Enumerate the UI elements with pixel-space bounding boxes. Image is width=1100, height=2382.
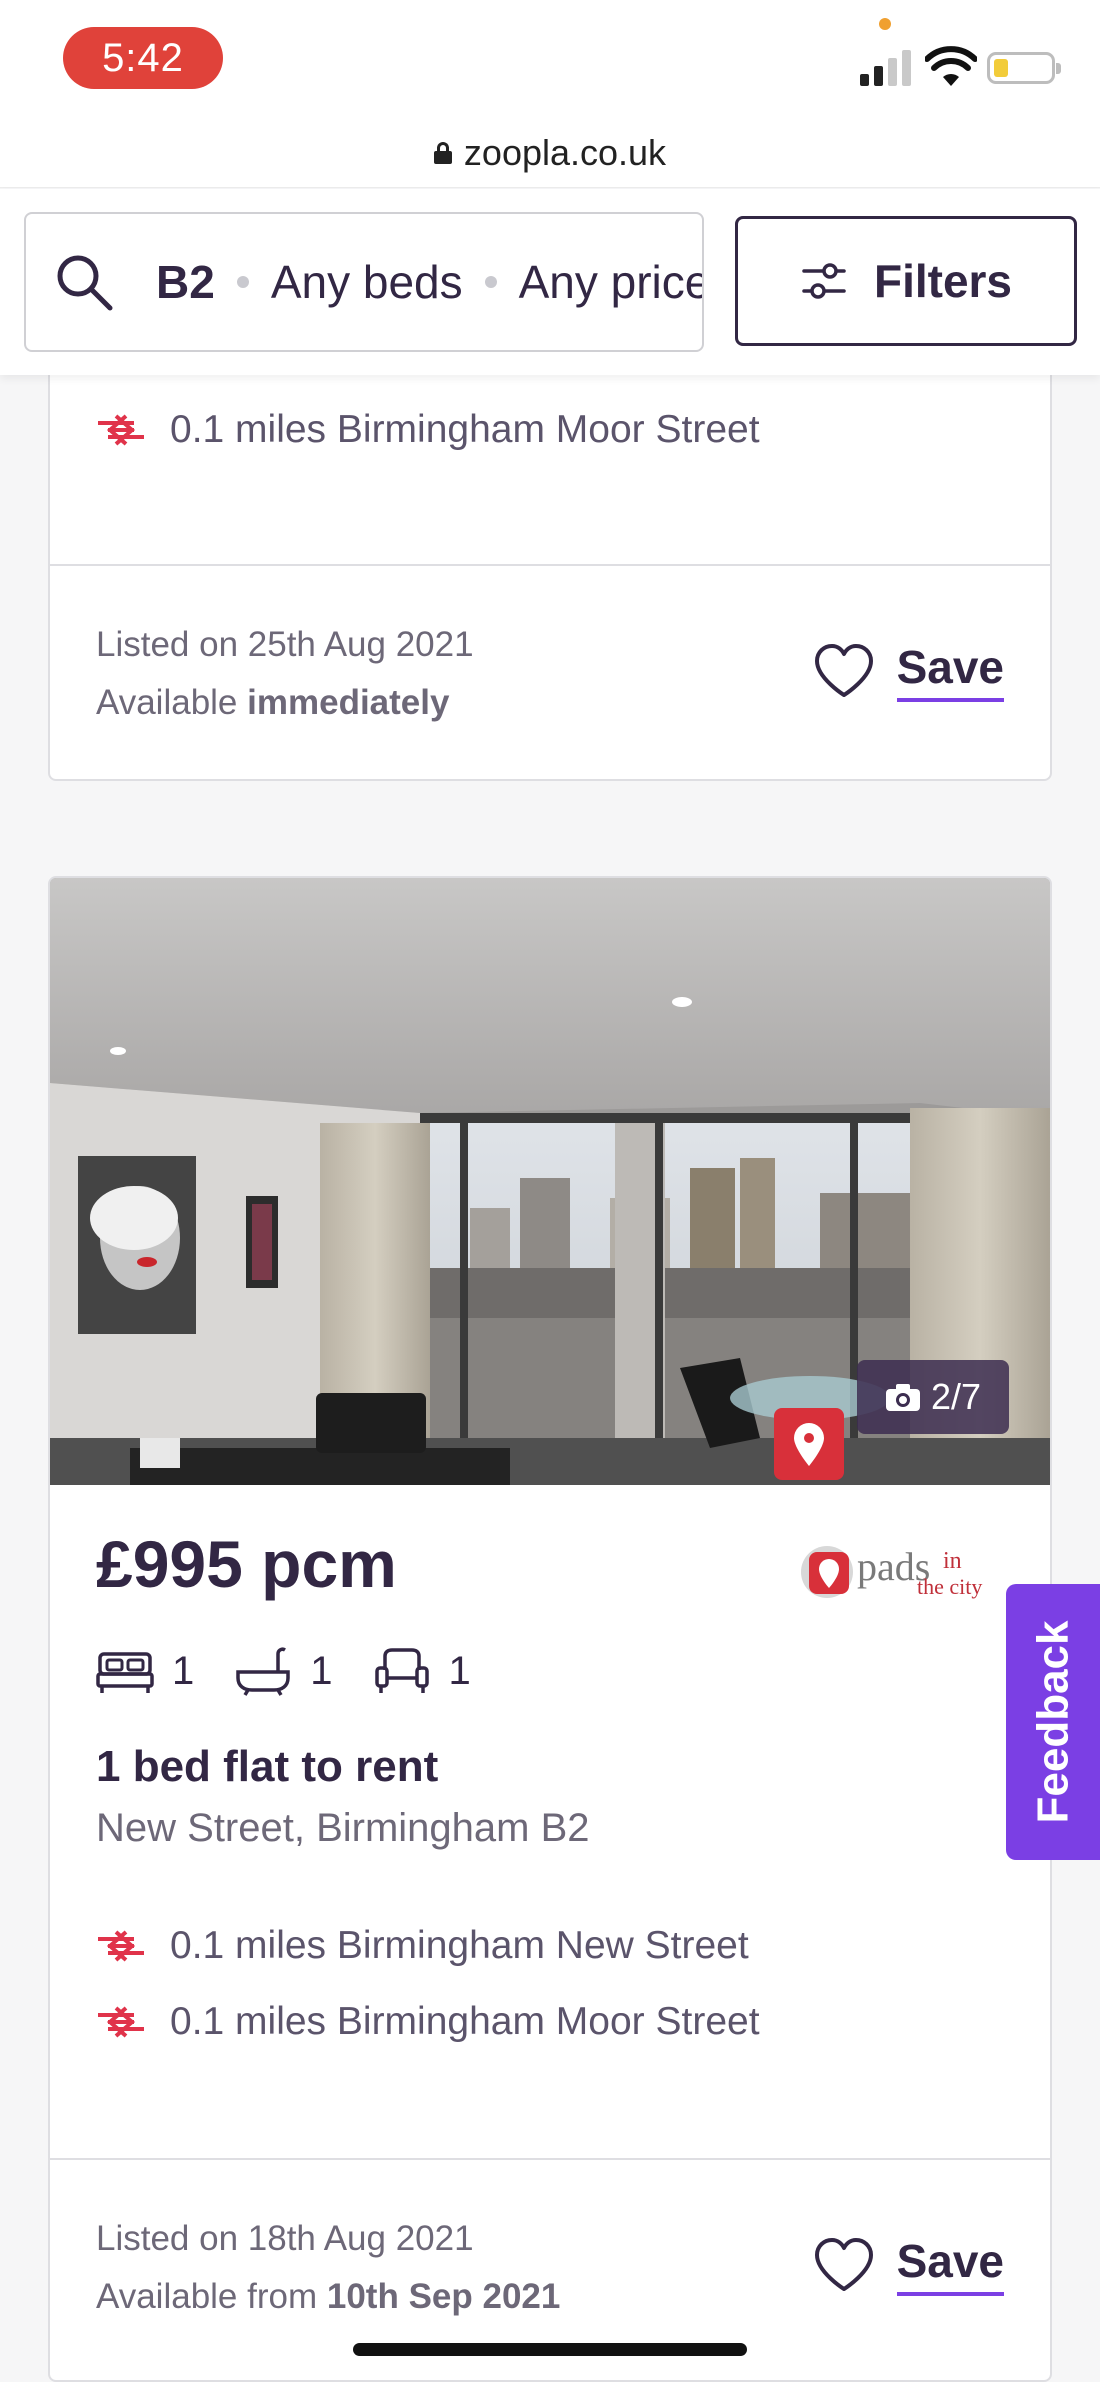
save-button[interactable]: Save bbox=[813, 640, 1004, 702]
station-row: 0.1 miles Birmingham Moor Street bbox=[96, 408, 760, 452]
home-indicator[interactable] bbox=[353, 2343, 747, 2356]
station-distance: 0.1 miles Birmingham Moor Street bbox=[170, 2000, 760, 2043]
bedrooms-feature: 1 bbox=[96, 1646, 194, 1696]
availability-prefix: Available from bbox=[96, 2277, 318, 2316]
bath-icon bbox=[236, 1647, 290, 1696]
listing-dates: Listed on 25th Aug 2021 Available immedi… bbox=[96, 616, 474, 732]
wifi-icon bbox=[925, 46, 977, 86]
bathrooms-count: 1 bbox=[310, 1648, 333, 1693]
national-rail-icon bbox=[98, 1930, 144, 1962]
feedback-tab[interactable]: Feedback bbox=[1006, 1584, 1100, 1860]
save-label: Save bbox=[896, 640, 1004, 702]
photo-count-badge: 2/7 bbox=[857, 1360, 1009, 1434]
save-button[interactable]: Save bbox=[813, 2234, 1004, 2296]
save-label: Save bbox=[896, 2234, 1004, 2296]
privacy-indicator bbox=[879, 18, 891, 30]
separator-dot bbox=[484, 276, 497, 288]
address-bar[interactable]: zoopla.co.uk bbox=[0, 118, 1100, 188]
availability-value: 10th Sep 2021 bbox=[326, 2277, 561, 2316]
listing-photo[interactable]: 2/7 bbox=[50, 878, 1050, 1485]
listed-date: Listed on 25th Aug 2021 bbox=[96, 625, 474, 664]
national-rail-icon bbox=[98, 2006, 144, 2038]
search-price: Any price bbox=[518, 256, 704, 308]
station-row: 0.1 miles Birmingham New Street bbox=[96, 1924, 749, 1968]
availability: Available immediately bbox=[96, 674, 474, 732]
availability-value: immediately bbox=[247, 683, 450, 722]
search-beds: Any beds bbox=[270, 256, 463, 308]
station-distance: 0.1 miles Birmingham Moor Street bbox=[170, 408, 760, 451]
listing-price: £995 pcm bbox=[96, 1527, 397, 1601]
heart-icon bbox=[814, 2238, 873, 2291]
receptions-feature: 1 bbox=[373, 1646, 471, 1696]
map-pin-badge bbox=[774, 1408, 844, 1480]
separator-dot bbox=[236, 276, 249, 288]
search-icon bbox=[57, 255, 113, 311]
bathrooms-feature: 1 bbox=[234, 1646, 333, 1696]
station-row: 0.1 miles Birmingham Moor Street bbox=[96, 2000, 760, 2044]
url-text: zoopla.co.uk bbox=[463, 131, 667, 173]
photo-count: 2/7 bbox=[930, 1376, 982, 1417]
filters-button[interactable]: Filters bbox=[735, 216, 1077, 346]
search-summary-box[interactable]: B2 Any beds Any price bbox=[24, 212, 704, 352]
availability: Available from 10th Sep 2021 bbox=[96, 2268, 560, 2326]
national-rail-icon bbox=[98, 414, 144, 446]
lock-icon bbox=[433, 141, 452, 164]
agent-logo[interactable]: pads in the city bbox=[797, 1536, 1007, 1606]
receptions-count: 1 bbox=[448, 1648, 471, 1693]
camera-icon bbox=[885, 1384, 920, 1411]
search-location: B2 bbox=[156, 256, 215, 308]
property-features: 1 1 1 bbox=[96, 1646, 511, 1696]
listed-date: Listed on 18th Aug 2021 bbox=[96, 2219, 474, 2258]
armchair-icon bbox=[374, 1648, 429, 1693]
heart-icon bbox=[814, 644, 873, 697]
battery-icon bbox=[987, 52, 1061, 84]
listing-title[interactable]: 1 bed flat to rent bbox=[96, 1742, 438, 1792]
sliders-icon bbox=[802, 263, 846, 299]
bedrooms-count: 1 bbox=[172, 1648, 195, 1693]
status-bar: 5:42 bbox=[0, 0, 1100, 118]
availability-prefix: Available bbox=[96, 683, 238, 722]
svg-text:in: in bbox=[943, 1548, 962, 1574]
feedback-label: Feedback bbox=[1028, 1620, 1078, 1824]
station-distance: 0.1 miles Birmingham New Street bbox=[170, 1924, 749, 1967]
svg-text:the city: the city bbox=[917, 1574, 982, 1599]
filters-label: Filters bbox=[873, 255, 1013, 307]
signal-icon bbox=[860, 48, 911, 86]
listing-dates: Listed on 18th Aug 2021 Available from 1… bbox=[96, 2210, 560, 2326]
divider bbox=[50, 564, 1050, 566]
divider bbox=[50, 2158, 1050, 2160]
listing-address: New Street, Birmingham B2 bbox=[96, 1806, 590, 1850]
clock: 5:42 bbox=[63, 27, 223, 89]
listing-card[interactable]: 2/7 £995 pcm pads in the city 1 1 1 1 be… bbox=[48, 876, 1052, 2382]
search-header: B2 Any beds Any price Filters bbox=[0, 189, 1100, 375]
bed-icon bbox=[96, 1652, 154, 1693]
